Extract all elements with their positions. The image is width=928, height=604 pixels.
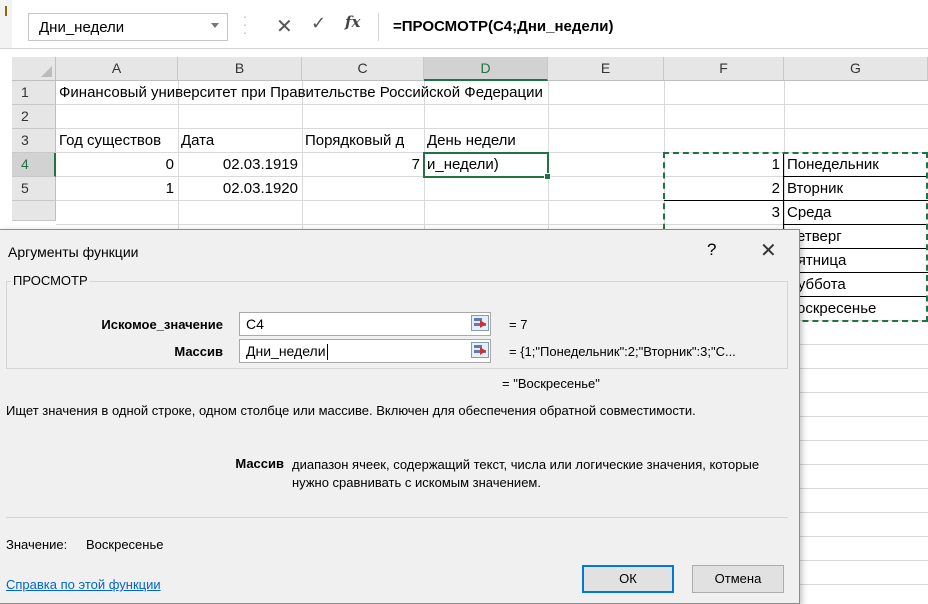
column-header-e[interactable]: E [548, 57, 664, 81]
arg-help-text: диапазон ячеек, содержащий текст, числа … [292, 457, 760, 490]
arg2-value: Дни_недели [246, 343, 326, 359]
chevron-down-icon[interactable] [211, 23, 219, 28]
formula-text: =ПРОСМОТР(C4;Дни_недели) [393, 18, 614, 35]
collapse-dialog-icon[interactable] [471, 315, 489, 331]
arg2-label: Массив [174, 344, 223, 359]
value-label: Значение: [6, 537, 68, 552]
row-header-2[interactable]: 2 [12, 105, 56, 129]
ok-button[interactable]: ОК [582, 565, 674, 593]
column-header-g[interactable]: G [784, 57, 928, 81]
active-cell-selection[interactable] [423, 152, 551, 180]
column-header-a[interactable]: A [56, 57, 178, 81]
fill-handle[interactable] [544, 173, 551, 180]
column-header-d[interactable]: D [424, 57, 548, 81]
column-header-c[interactable]: C [302, 57, 424, 81]
cell-c4[interactable]: 7 [302, 153, 420, 177]
cancel-button[interactable]: Отмена [692, 565, 784, 593]
function-description: Ищет значения в одной строке, одном стол… [6, 403, 696, 418]
value-text: Воскресенье [86, 537, 164, 552]
arg2-result: = {1;"Понедельник":2;"Вторник":3;"С... [509, 344, 736, 359]
text-caret [326, 344, 328, 361]
cell-a3[interactable]: Год существов [56, 129, 178, 153]
name-box-value: Дни_недели [39, 19, 125, 36]
arguments-group: ПРОСМОТР Искомое_значение C4 = 7 Массив … [6, 273, 788, 369]
arg1-result: = 7 [509, 317, 528, 332]
column-header-b[interactable]: B [178, 57, 302, 81]
select-all-corner[interactable] [12, 57, 56, 81]
row-header-6[interactable] [12, 201, 56, 221]
formula-input[interactable]: =ПРОСМОТР(C4;Дни_недели) [378, 13, 928, 41]
arg1-input[interactable]: C4 [239, 312, 491, 336]
insert-function-button[interactable]: fx [345, 13, 360, 31]
help-link[interactable]: Справка по этой функции [6, 577, 161, 592]
formula-bar: Дни_недели · · · ✕ ✓ fx =ПРОСМОТР(C4;Дни_н… [0, 0, 928, 49]
cell-c3[interactable]: Порядковый д [302, 129, 424, 153]
cancel-formula-button[interactable]: ✕ [276, 14, 293, 39]
cell-a1[interactable]: Финансовый университет при Правительстве… [56, 81, 656, 105]
row-header-4[interactable]: 4 [12, 153, 56, 177]
name-box[interactable]: Дни_недели [28, 13, 228, 41]
column-header-f[interactable]: F [664, 57, 784, 81]
close-button[interactable]: ✕ [760, 238, 777, 263]
cell-a4[interactable]: 0 [56, 153, 174, 177]
cell-a5[interactable]: 1 [56, 177, 174, 201]
arg-help-name: Массив [235, 456, 284, 471]
row-header-3[interactable]: 3 [12, 129, 56, 153]
row-header-5[interactable]: 5 [12, 177, 56, 201]
collapse-dialog-icon[interactable] [471, 342, 489, 358]
dialog-divider [6, 517, 788, 518]
function-arguments-dialog: Аргументы функции ? ✕ ПРОСМОТР Искомое_з… [0, 229, 800, 604]
arg1-label: Искомое_значение [101, 317, 223, 332]
window-edge-marker [5, 6, 7, 16]
cell-d3[interactable]: День недели [424, 129, 548, 153]
function-name: ПРОСМОТР [11, 273, 90, 288]
formula-result: = "Воскресенье" [502, 376, 600, 391]
cell-b5[interactable]: 02.03.1920 [178, 177, 298, 201]
row-header-1[interactable]: 1 [12, 81, 56, 105]
enter-formula-button[interactable]: ✓ [311, 13, 326, 34]
arg2-input[interactable]: Дни_недели [239, 339, 491, 363]
cell-b3[interactable]: Дата [178, 129, 302, 153]
cell-b4[interactable]: 02.03.1919 [178, 153, 298, 177]
arg1-value: C4 [246, 316, 264, 332]
grip-icon[interactable]: · · · [242, 9, 248, 39]
help-button[interactable]: ? [707, 240, 716, 260]
dialog-title: Аргументы функции [8, 244, 139, 260]
